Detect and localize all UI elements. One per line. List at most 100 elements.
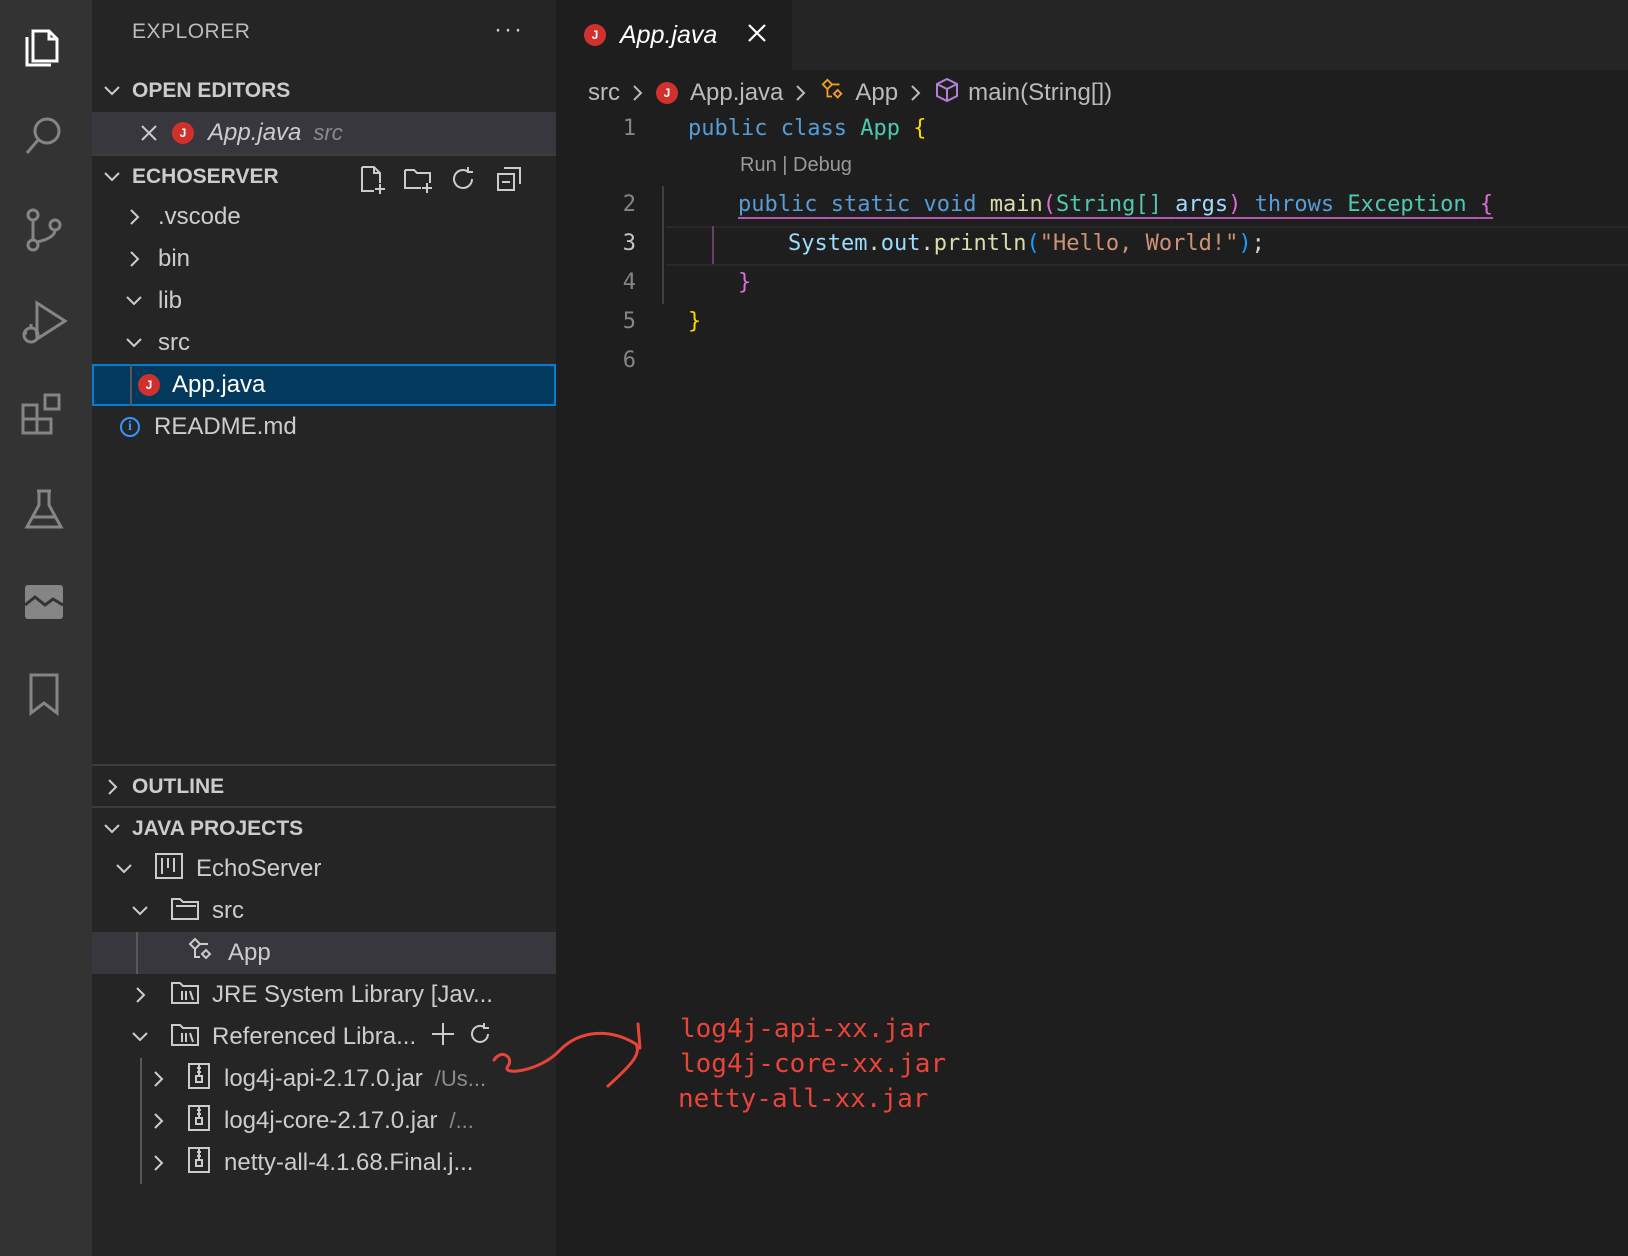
- tree-item-bin[interactable]: bin: [92, 238, 556, 280]
- token: ;: [1251, 231, 1265, 256]
- project-src-folder[interactable]: src: [92, 890, 556, 932]
- token: out: [880, 231, 921, 256]
- token: (: [1042, 192, 1056, 217]
- workspace-header[interactable]: ECHOSERVER: [92, 154, 556, 198]
- token: {: [913, 116, 927, 141]
- indent-guide-active: [712, 226, 714, 264]
- chevron-down-icon: [92, 81, 132, 101]
- close-icon[interactable]: [747, 21, 767, 50]
- annotation-text-1: log4j-api-xx.jar: [680, 1014, 931, 1044]
- close-icon[interactable]: [140, 124, 172, 142]
- extensions-icon[interactable]: [18, 390, 70, 442]
- refresh-icon[interactable]: [448, 164, 478, 200]
- jar-icon: [186, 1104, 212, 1139]
- chevron-down-icon: [130, 901, 160, 921]
- indent-guide: [130, 364, 132, 406]
- token: void: [923, 192, 977, 217]
- tree-item-src[interactable]: src: [92, 322, 556, 364]
- breadcrumb-method-label: main(String[]): [968, 79, 1113, 106]
- tree-item-app-java[interactable]: J App.java: [92, 364, 556, 406]
- open-editors-label: OPEN EDITORS: [132, 79, 291, 102]
- indent-guide: [136, 932, 138, 974]
- tab-bar: J App.java: [556, 0, 1628, 70]
- chevron-down-icon: [124, 333, 158, 353]
- token: "Hello, World!": [1039, 231, 1239, 256]
- run-debug-icon[interactable]: [18, 296, 70, 348]
- code-line-2: public static void main(String[] args) t…: [738, 192, 1493, 217]
- chevron-right-icon: [148, 1069, 178, 1089]
- source-control-icon[interactable]: [18, 204, 70, 256]
- java-file-icon: J: [584, 24, 606, 46]
- chevron-right-icon: [793, 83, 809, 103]
- search-icon[interactable]: [18, 110, 70, 162]
- jre-label: JRE System Library [Jav...: [212, 981, 493, 1008]
- tree-item-label: src: [158, 329, 190, 356]
- token: println: [933, 231, 1027, 256]
- indent-guide: [140, 1058, 142, 1184]
- token: class: [780, 116, 847, 141]
- add-library-icon[interactable]: [428, 1019, 458, 1056]
- jar-log4j-core[interactable]: log4j-core-2.17.0.jar /...: [92, 1100, 556, 1142]
- chevron-right-icon: [148, 1111, 178, 1131]
- jar-name: log4j-api-2.17.0.jar: [224, 1065, 423, 1092]
- chevron-right-icon: [124, 207, 158, 227]
- tree-item-readme[interactable]: i README.md: [92, 406, 556, 448]
- open-editor-path: src: [313, 120, 343, 145]
- testing-icon[interactable]: [18, 484, 70, 536]
- more-actions-icon[interactable]: ···: [494, 16, 524, 44]
- breadcrumb-class[interactable]: App: [819, 77, 898, 110]
- token: System: [788, 231, 868, 256]
- open-editor-item[interactable]: J App.java src: [92, 112, 556, 154]
- token: }: [738, 270, 752, 295]
- jar-netty-all[interactable]: netty-all-4.1.68.Final.j...: [92, 1142, 556, 1184]
- workspace-label: ECHOSERVER: [132, 165, 279, 188]
- remote-icon[interactable]: [18, 576, 70, 628]
- chevron-right-icon: [130, 985, 160, 1005]
- info-icon: i: [120, 417, 140, 437]
- src-label: src: [212, 897, 244, 924]
- tree-item-label: .vscode: [158, 203, 241, 230]
- tree-item-lib[interactable]: lib: [92, 280, 556, 322]
- token: {: [1479, 192, 1494, 217]
- open-editor-filename: App.java: [208, 119, 302, 146]
- breadcrumb: src J App.java App main(String[]): [556, 72, 1112, 114]
- token: .: [920, 231, 934, 256]
- java-projects-header[interactable]: JAVA PROJECTS: [92, 806, 556, 850]
- tree-item-label: bin: [158, 245, 191, 272]
- breadcrumb-method[interactable]: main(String[]): [934, 77, 1112, 110]
- tree-item-vscode[interactable]: .vscode: [92, 196, 556, 238]
- jar-path: /...: [449, 1108, 474, 1133]
- class-icon: [819, 77, 847, 110]
- collapse-all-icon[interactable]: [494, 164, 524, 200]
- line-number: 3: [622, 231, 636, 256]
- method-icon: [934, 77, 960, 110]
- indent-guide: [662, 186, 664, 304]
- bookmark-icon[interactable]: [18, 668, 70, 720]
- line-number: 1: [622, 116, 636, 141]
- chevron-down-icon: [130, 1027, 160, 1047]
- package-folder-icon: [170, 895, 200, 928]
- outline-header[interactable]: OUTLINE: [92, 764, 556, 808]
- breadcrumb-folder[interactable]: src: [588, 79, 620, 107]
- chevron-right-icon: [92, 777, 132, 797]
- token: main: [989, 192, 1043, 217]
- breadcrumb-file[interactable]: J App.java: [656, 79, 783, 107]
- chevron-down-icon: [92, 167, 132, 187]
- new-folder-icon[interactable]: [402, 164, 434, 200]
- project-echoserver[interactable]: EchoServer: [92, 848, 556, 890]
- files-icon[interactable]: [18, 20, 70, 72]
- token: ): [1238, 231, 1252, 256]
- tree-item-label: App.java: [172, 371, 266, 398]
- annotation-text-2: log4j-core-xx.jar: [680, 1049, 947, 1079]
- class-app[interactable]: App: [92, 932, 556, 974]
- run-debug-codelens[interactable]: Run | Debug: [740, 154, 852, 177]
- tab-app-java[interactable]: J App.java: [556, 0, 792, 70]
- tree-item-label: lib: [158, 287, 183, 314]
- jar-icon: [186, 1146, 212, 1181]
- chevron-down-icon: [114, 859, 144, 879]
- token: }: [688, 309, 702, 334]
- code-line-4: }: [738, 270, 751, 295]
- tab-label: App.java: [620, 20, 718, 49]
- new-file-icon[interactable]: [356, 164, 386, 200]
- open-editors-header[interactable]: OPEN EDITORS: [92, 70, 556, 112]
